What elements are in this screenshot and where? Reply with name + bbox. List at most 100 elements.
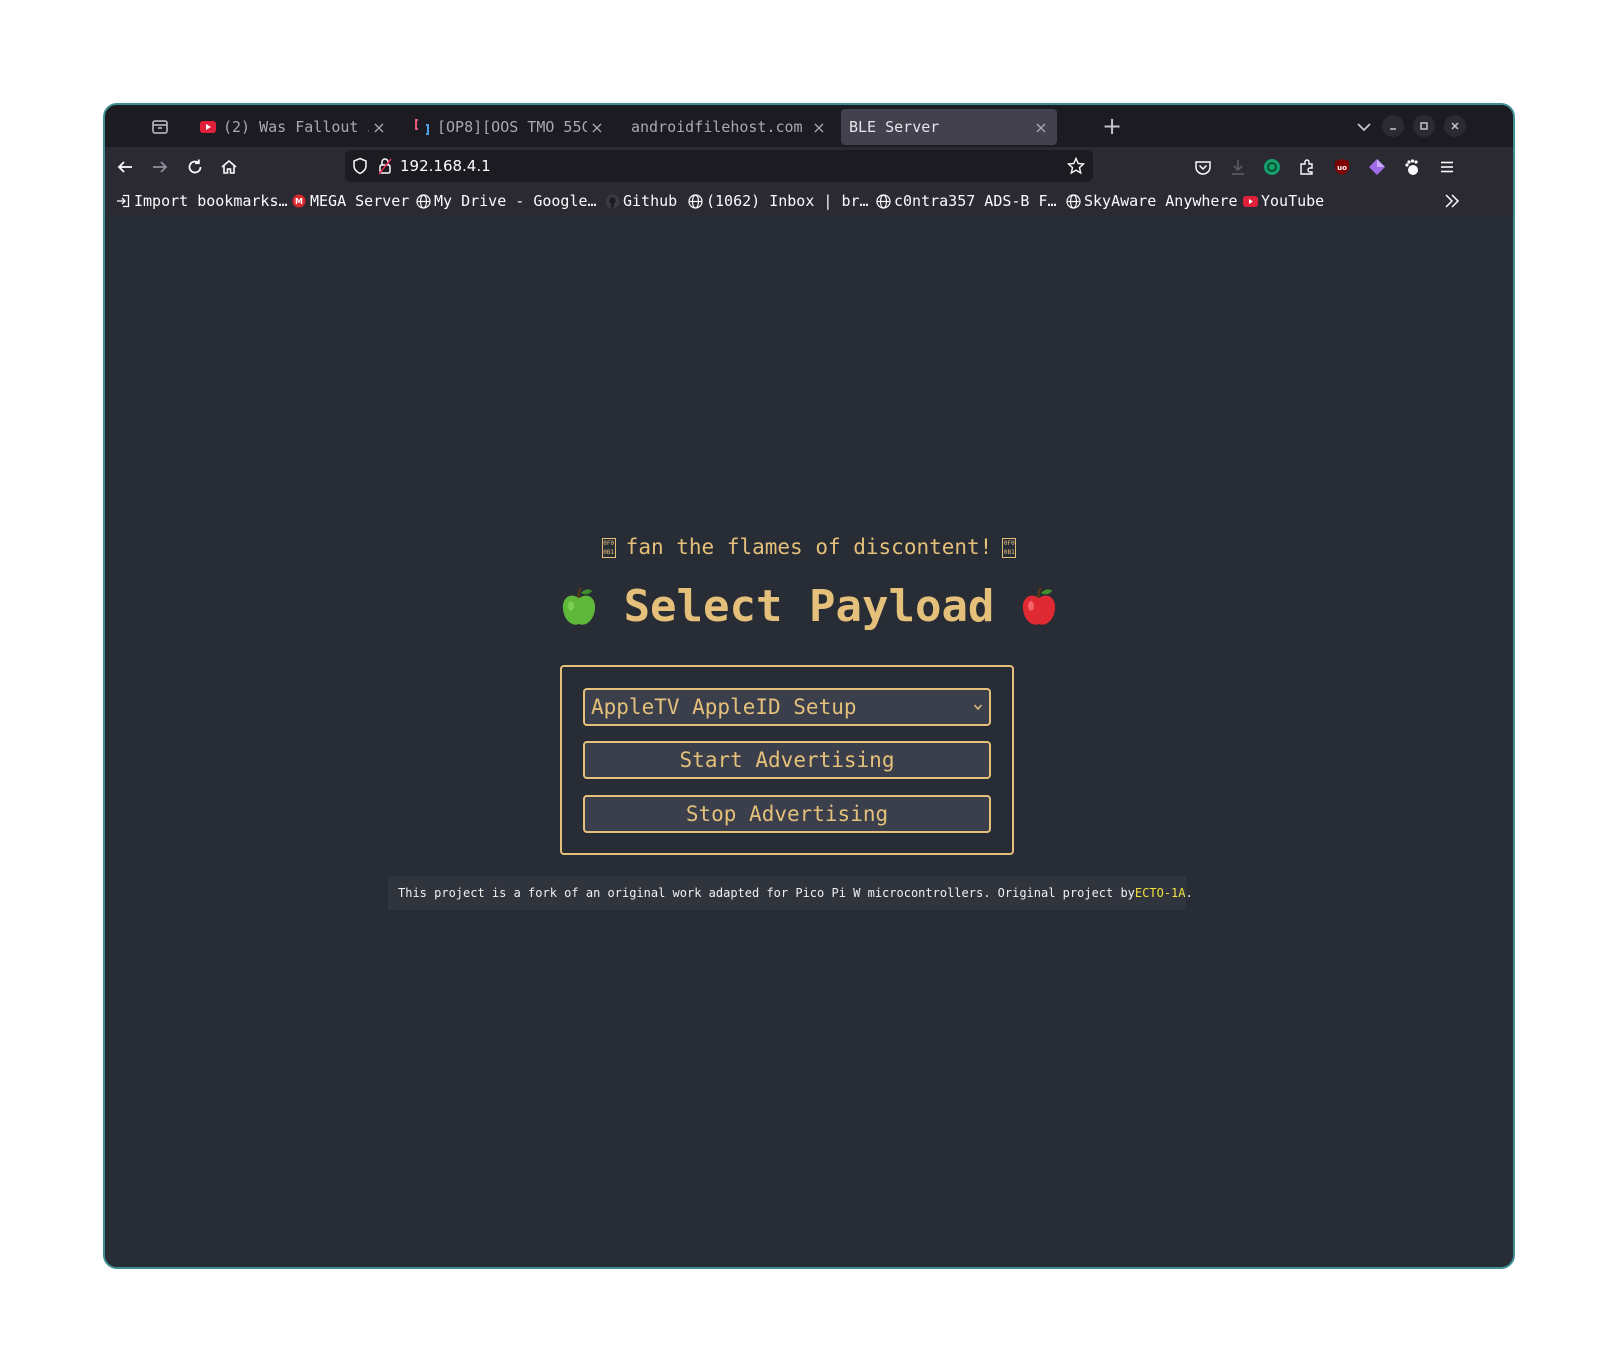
bookmark-label: Github [623,192,678,210]
attribution-text: This project is a fork of an original wo… [398,886,1135,900]
bookmark-mega-server[interactable]: M MEGA Server [291,190,409,212]
pocket-button[interactable] [1191,155,1215,179]
bookmark-label: (1062) Inbox | br… [706,192,869,210]
maximize-button[interactable] [1413,115,1435,137]
xda-icon [413,118,431,136]
bookmark-skyaware[interactable]: SkyAware Anywhere [1065,190,1238,212]
green-apple-icon [560,586,598,628]
bookmark-label: Import bookmarks… [134,192,288,210]
tab-androidfilehost[interactable]: androidfilehost.com | × [619,109,835,145]
shield-icon[interactable] [352,157,368,175]
mega-icon: M [291,193,307,209]
chevron-down-icon [973,704,983,711]
bookmark-github[interactable]: Github [604,190,677,212]
minimize-button[interactable] [1382,115,1404,137]
home-icon [221,159,237,174]
app-menu-button[interactable] [1435,155,1459,179]
tab-close-button[interactable]: × [809,118,829,137]
bookmark-label: MEGA Server [310,192,410,210]
tab-close-button[interactable]: × [587,118,607,137]
hamburger-menu-icon [1441,161,1453,173]
tab-close-button[interactable]: × [369,118,389,137]
attribution-period: . [1185,886,1193,900]
forward-arrow-icon [153,161,168,173]
tab-title: BLE Server [849,118,940,136]
insecure-lock-icon[interactable] [378,157,392,175]
page-title: Select Payload [105,581,1513,632]
tab-title: (2) Was Fallout 3 a [223,118,369,136]
chevron-down-icon [1357,123,1371,132]
gnome-foot-icon [1405,159,1418,175]
new-tab-button[interactable]: + [1098,113,1126,141]
downloads-button[interactable] [1226,155,1250,179]
ublock-button[interactable]: uo [1330,155,1354,179]
extensions-button[interactable] [1295,155,1319,179]
unknown-glyph-icon: 0F0 0B1 [601,538,616,558]
tab-youtube[interactable]: (2) Was Fallout 3 a × [187,109,395,145]
github-icon [604,193,620,209]
pocket-icon [1195,161,1211,175]
payload-form: AppleTV AppleID Setup Start Advertising … [560,665,1014,855]
payload-select-value: AppleTV AppleID Setup [591,695,857,719]
double-chevron-right-icon [1445,194,1460,208]
tab-close-button[interactable]: × [1031,118,1051,137]
ublock-icon: uo [1335,159,1349,175]
globe-icon [875,193,891,209]
forward-button[interactable] [146,153,174,181]
globe-icon [687,193,703,209]
stop-advertising-button[interactable]: Stop Advertising [583,795,991,833]
tab-list-button[interactable] [141,113,179,141]
start-advertising-button[interactable]: Start Advertising [583,741,991,779]
bookmarks-overflow-button[interactable] [1443,192,1461,210]
tab-xda[interactable]: [OP8][OOS TMO 55CB] × [401,109,613,145]
list-all-tabs-button[interactable] [1352,115,1376,139]
import-icon [115,193,131,209]
svg-text:M: M [295,197,303,206]
purple-extension-button[interactable] [1365,155,1389,179]
navigation-bar: 192.168.4.1 uo [105,147,1513,187]
page-content: 0F0 0B1 fan the flames of discontent! 0F0 … [105,215,1513,1267]
bookmark-star-icon[interactable] [1067,157,1085,175]
bookmark-label: YouTube [1261,192,1325,210]
tab-list-icon [152,120,168,134]
youtube-icon [1242,193,1258,209]
purple-diamond-icon [1369,159,1385,175]
back-button[interactable] [111,153,139,181]
minimize-icon [1390,128,1396,130]
bookmark-youtube[interactable]: YouTube [1242,190,1324,212]
bookmark-adsb[interactable]: c0ntra357 ADS-B F… [875,190,1057,212]
attribution-link[interactable]: ECTO-1A [1135,886,1186,900]
close-window-button[interactable] [1444,115,1466,137]
bookmark-inbox[interactable]: (1062) Inbox | br… [687,190,869,212]
bookmark-import[interactable]: Import bookmarks… [115,190,288,212]
tab-title: androidfilehost.com | [631,118,809,136]
globe-icon [1065,193,1081,209]
tab-strip: (2) Was Fallout 3 a × [OP8][OOS TMO 55CB… [105,105,1513,147]
tab-ble-server[interactable]: BLE Server × [841,109,1057,145]
extension-green-button[interactable] [1260,155,1284,179]
youtube-icon [199,118,217,136]
tab-title: [OP8][OOS TMO 55CB] [437,118,587,136]
bookmark-label: c0ntra357 ADS-B F… [894,192,1057,210]
payload-select[interactable]: AppleTV AppleID Setup [583,688,991,726]
reload-icon [188,159,202,174]
bookmark-my-drive[interactable]: My Drive - Google… [415,190,597,212]
reload-button[interactable] [181,153,209,181]
unknown-glyph-icon: 0F0 0B1 [1002,538,1017,558]
gnome-extension-button[interactable] [1400,155,1424,179]
bookmarks-toolbar: Import bookmarks… M MEGA Server My Drive… [105,187,1513,215]
close-icon [1451,122,1459,130]
back-arrow-icon [117,161,132,173]
download-icon [1232,160,1244,175]
title-text: Select Payload [623,581,995,632]
attribution-note: This project is a fork of an original wo… [388,876,1193,910]
tagline-text: fan the flames of discontent! [625,535,993,559]
home-button[interactable] [215,153,243,181]
red-apple-icon [1020,586,1058,628]
bookmark-label: SkyAware Anywhere [1084,192,1238,210]
bookmark-label: My Drive - Google… [434,192,597,210]
url-bar[interactable]: 192.168.4.1 [345,150,1093,182]
tagline: 0F0 0B1 fan the flames of discontent! 0F0 … [105,535,1513,559]
globe-icon [415,193,431,209]
url-text[interactable]: 192.168.4.1 [400,157,1067,175]
